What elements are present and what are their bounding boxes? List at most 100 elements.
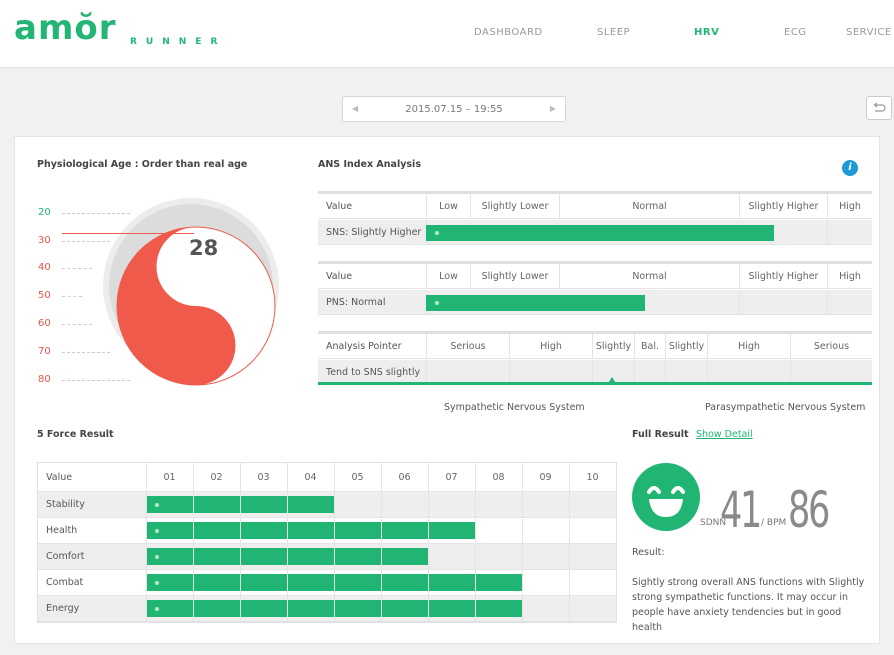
grid-line	[428, 463, 429, 622]
force-col-07: 07	[445, 472, 458, 483]
grid-line	[146, 463, 147, 622]
force-col-10: 10	[586, 472, 599, 483]
bar-dot	[435, 231, 439, 235]
force-label-health: Health	[46, 525, 78, 536]
age-label-20: 20	[38, 207, 51, 218]
nav-dashboard[interactable]: DASHBOARD	[474, 27, 543, 38]
age-tick	[62, 268, 92, 269]
result-text: Sightly strong overall ANS functions wit…	[632, 577, 865, 633]
logo[interactable]: amŏr	[14, 8, 117, 48]
date-value: 2015.07.15 – 19:55	[405, 104, 503, 115]
force-table: Value 01 02 03 04 05 06 07 08 09 10 Stab…	[37, 462, 617, 623]
sns-col-slightly-higher: Slightly Higher	[739, 194, 827, 218]
force-row-energy: Energy	[38, 596, 616, 622]
force-col-04: 04	[304, 472, 317, 483]
health-bar	[146, 522, 475, 539]
age-tick	[62, 296, 82, 297]
pns-label: PNS: Normal	[326, 297, 386, 308]
sns-table: Value Low Slightly Lower Normal Slightly…	[318, 191, 872, 246]
smiley-icon	[632, 463, 700, 531]
force-row-health: Health	[38, 518, 616, 544]
sympathetic-axis-label: Sympathetic Nervous System	[444, 402, 585, 413]
sns-col-slightly-lower: Slightly Lower	[470, 194, 559, 218]
bar-dot	[155, 554, 159, 559]
age-tick	[62, 352, 110, 353]
age-tick	[62, 241, 110, 242]
force-label-energy: Energy	[46, 603, 80, 614]
force-col-01: 01	[163, 472, 176, 483]
full-result-title: Full Result	[632, 429, 689, 440]
pointer-header-row: Analysis Pointer Serious High Slightly B…	[318, 334, 872, 359]
age-label-50: 50	[38, 290, 51, 301]
force-label-combat: Combat	[46, 577, 84, 588]
age-label-80: 80	[38, 374, 51, 385]
sns-value-row: SNS: Slightly Higher	[318, 220, 872, 245]
sns-level-bar	[426, 225, 774, 241]
force-title: 5 Force Result	[37, 429, 114, 440]
logo-subtitle: RUNNER	[130, 37, 227, 47]
bar-dot	[155, 528, 159, 533]
age-label-60: 60	[38, 318, 51, 329]
pns-level-bar	[426, 295, 645, 311]
pointer-value-row: Tend to SNS slightly	[318, 360, 872, 385]
force-label-comfort: Comfort	[46, 551, 85, 562]
pns-col-normal: Normal	[559, 264, 739, 288]
sns-header-row: Value Low Slightly Lower Normal Slightly…	[318, 194, 872, 219]
nav-hrv[interactable]: HRV	[694, 27, 719, 38]
pns-table: Value Low Slightly Lower Normal Slightly…	[318, 261, 872, 316]
pointer-table: Analysis Pointer Serious High Slightly B…	[318, 331, 872, 387]
pns-col-low: Low	[426, 264, 470, 288]
pns-value-row: PNS: Normal	[318, 290, 872, 315]
pointer-col-slightly-left: Slightly	[592, 334, 634, 358]
next-date-icon[interactable]: ▶	[550, 104, 556, 113]
force-row-comfort: Comfort	[38, 544, 616, 570]
sdnn-value: 41	[720, 481, 762, 539]
force-col-06: 06	[398, 472, 411, 483]
pointer-marker-icon	[607, 377, 617, 385]
result-heading: Result:	[632, 547, 665, 558]
top-header: amŏr RUNNER DASHBOARD SLEEP HRV ECG SERV…	[0, 0, 894, 68]
show-detail-link[interactable]: Show Detail	[696, 429, 753, 440]
age-circle-chart	[103, 198, 279, 386]
grid-line	[240, 463, 241, 622]
nav-ecg[interactable]: ECG	[784, 27, 807, 38]
age-label-70: 70	[38, 346, 51, 357]
pns-header-row: Value Low Slightly Lower Normal Slightly…	[318, 264, 872, 289]
ans-title: ANS Index Analysis	[318, 159, 421, 170]
pointer-col-high-left: High	[509, 334, 592, 358]
force-label-stability: Stability	[46, 499, 85, 510]
grid-line	[475, 463, 476, 622]
pns-col-slightly-higher: Slightly Higher	[739, 264, 827, 288]
parasympathetic-axis-label: Parasympathetic Nervous System	[705, 402, 866, 413]
age-label-30: 30	[38, 235, 51, 246]
age-tick	[62, 324, 92, 325]
force-row-combat: Combat	[38, 570, 616, 596]
grid-line	[287, 463, 288, 622]
pointer-col-serious-left: Serious	[426, 334, 509, 358]
force-col-05: 05	[351, 472, 364, 483]
sns-col-normal: Normal	[559, 194, 739, 218]
force-row-stability: Stability	[38, 492, 616, 518]
info-icon[interactable]: i	[842, 160, 858, 176]
sns-label: SNS: Slightly Higher	[326, 227, 422, 238]
pointer-col-slightly-right: Slightly	[665, 334, 707, 358]
pointer-col-balanced: Bal.	[634, 334, 665, 358]
nav-sleep[interactable]: SLEEP	[597, 27, 630, 38]
undo-icon	[873, 102, 886, 112]
age-tick	[62, 380, 130, 381]
age-label-40: 40	[38, 262, 51, 273]
bpm-label: / BPM	[761, 518, 787, 528]
back-button[interactable]	[866, 96, 892, 120]
date-picker: ◀ 2015.07.15 – 19:55 ▶	[342, 96, 566, 122]
force-col-03: 03	[257, 472, 270, 483]
grid-line	[334, 463, 335, 622]
grid-line	[569, 463, 570, 622]
sns-col-high: High	[827, 194, 872, 218]
sns-col-low: Low	[426, 194, 470, 218]
pns-col-slightly-lower: Slightly Lower	[470, 264, 559, 288]
age-value: 28	[189, 236, 219, 260]
nav-service[interactable]: SERVICE	[846, 27, 892, 38]
force-header-row: Value 01 02 03 04 05 06 07 08 09 10	[38, 463, 616, 492]
physio-title: Physiological Age : Order than real age	[37, 159, 248, 170]
grid-line	[381, 463, 382, 622]
